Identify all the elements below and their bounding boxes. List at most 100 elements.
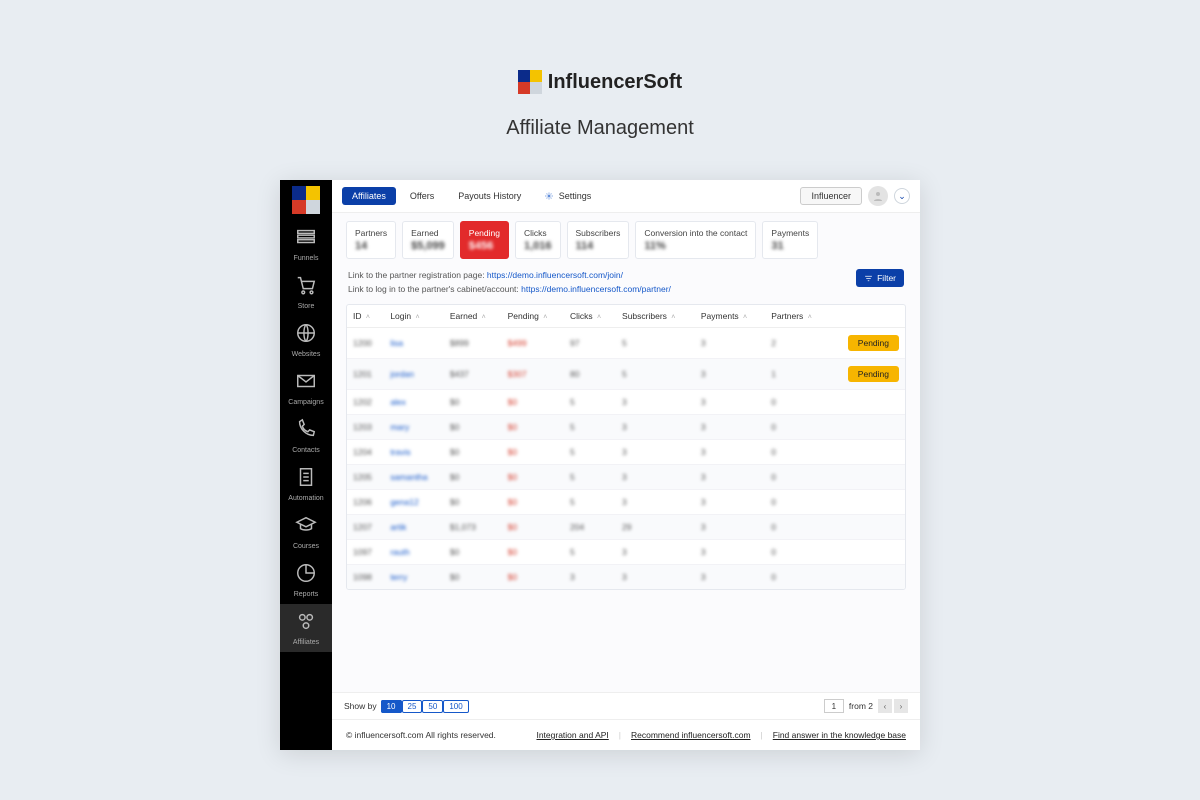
login-cell: mary [384, 415, 444, 440]
chevron-right-icon: › [900, 702, 903, 711]
page-size-100[interactable]: 100 [443, 700, 468, 713]
column-header[interactable]: Subscribers ˄ [616, 305, 695, 328]
tab-settings[interactable]: Settings [535, 187, 601, 205]
login-cell: travis [384, 440, 444, 465]
page-size-10[interactable]: 10 [381, 700, 402, 713]
sort-icon: ˄ [482, 314, 486, 321]
card-value: 114 [576, 240, 621, 252]
subs-cell: 3 [616, 465, 695, 490]
filter-button-label: Filter [877, 273, 896, 283]
column-header[interactable]: Payments ˄ [695, 305, 765, 328]
next-page-button[interactable]: › [894, 699, 908, 713]
part-cell: 0 [765, 415, 828, 440]
graduation-cap-icon [295, 514, 317, 536]
pay-cell: 3 [695, 359, 765, 390]
id-cell: 1201 [347, 359, 384, 390]
sidebar-item-store[interactable]: Store [280, 268, 332, 316]
stat-card-clicks[interactable]: Clicks1,016 [515, 221, 561, 259]
earned-cell: $437 [444, 359, 502, 390]
pending-button[interactable]: Pending [848, 335, 899, 351]
user-role-button[interactable]: Influencer [800, 187, 862, 205]
part-cell: 2 [765, 328, 828, 359]
filter-icon [864, 274, 873, 283]
pending-cell: $0 [502, 415, 564, 440]
table-row: 1202alex$0$05330 [347, 390, 905, 415]
sidebar-item-websites[interactable]: Websites [280, 316, 332, 364]
status-cell [829, 390, 905, 415]
login-cell: alex [384, 390, 444, 415]
column-header[interactable]: Pending ˄ [502, 305, 564, 328]
pending-cell: $0 [502, 540, 564, 565]
stat-card-partners[interactable]: Partners14 [346, 221, 396, 259]
tab-offers[interactable]: Offers [400, 187, 444, 205]
card-label: Earned [411, 228, 445, 238]
sort-icon: ˄ [743, 314, 747, 321]
user-menu-dropdown[interactable]: ⌄ [894, 188, 910, 204]
stat-card-payments[interactable]: Payments31 [762, 221, 818, 259]
sidebar-item-reports[interactable]: Reports [280, 556, 332, 604]
stat-card-conversion-into-the-contact[interactable]: Conversion into the contact11% [635, 221, 756, 259]
header: Affiliates Offers Payouts History Settin… [332, 180, 920, 213]
sidebar-logo[interactable] [292, 186, 320, 214]
table-row: 1205samantha$0$05330 [347, 465, 905, 490]
pay-cell: 3 [695, 465, 765, 490]
table-row: 1201jordan$437$30780531Pending [347, 359, 905, 390]
subs-cell: 3 [616, 565, 695, 590]
card-value: 11% [644, 240, 747, 252]
sidebar-item-label: Affiliates [280, 639, 332, 646]
sidebar-item-contacts[interactable]: Contacts [280, 412, 332, 460]
column-header[interactable]: Login ˄ [384, 305, 444, 328]
sidebar-item-campaigns[interactable]: Campaigns [280, 364, 332, 412]
footer-link[interactable]: Integration and API [536, 730, 608, 740]
cabinet-link[interactable]: https://demo.influencersoft.com/partner/ [521, 284, 671, 294]
pending-cell: $0 [502, 465, 564, 490]
id-cell: 1206 [347, 490, 384, 515]
part-cell: 0 [765, 565, 828, 590]
clicks-cell: 5 [564, 415, 616, 440]
footer-link[interactable]: Recommend influencersoft.com [631, 730, 751, 740]
id-cell: 1204 [347, 440, 384, 465]
card-value: 1,016 [524, 240, 552, 252]
sidebar-item-courses[interactable]: Courses [280, 508, 332, 556]
earned-cell: $0 [444, 440, 502, 465]
tab-affiliates[interactable]: Affiliates [342, 187, 396, 205]
sidebar-item-funnels[interactable]: Funnels [280, 220, 332, 268]
pending-button[interactable]: Pending [848, 366, 899, 382]
filter-button[interactable]: Filter [856, 269, 904, 287]
chevron-down-icon: ⌄ [898, 191, 906, 202]
brand-logo-icon [518, 70, 542, 94]
card-label: Pending [469, 228, 500, 238]
sidebar: Funnels Store Websites Campaigns Contact… [280, 180, 332, 750]
tab-payouts-history[interactable]: Payouts History [448, 187, 531, 205]
part-cell: 0 [765, 540, 828, 565]
page-size-50[interactable]: 50 [422, 700, 443, 713]
pay-cell: 3 [695, 415, 765, 440]
table-row: 1206gena12$0$05330 [347, 490, 905, 515]
footer-link[interactable]: Find answer in the knowledge base [773, 730, 906, 740]
registration-link[interactable]: https://demo.influencersoft.com/join/ [487, 270, 623, 280]
pending-cell: $0 [502, 490, 564, 515]
sort-icon: ˄ [808, 314, 812, 321]
avatar[interactable] [868, 186, 888, 206]
clicks-cell: 204 [564, 515, 616, 540]
status-cell [829, 440, 905, 465]
sidebar-item-affiliates[interactable]: Affiliates [280, 604, 332, 652]
column-header[interactable]: Clicks ˄ [564, 305, 616, 328]
clicks-cell: 3 [564, 565, 616, 590]
stat-card-pending[interactable]: Pending$456 [460, 221, 509, 259]
card-value: 14 [355, 240, 387, 252]
stat-card-earned[interactable]: Earned$5,099 [402, 221, 454, 259]
stat-card-subscribers[interactable]: Subscribers114 [567, 221, 630, 259]
page-input[interactable]: 1 [824, 699, 844, 713]
earned-cell: $1,073 [444, 515, 502, 540]
pending-cell: $307 [502, 359, 564, 390]
card-value: 31 [771, 240, 809, 252]
column-header[interactable]: Earned ˄ [444, 305, 502, 328]
prev-page-button[interactable]: ‹ [878, 699, 892, 713]
column-header[interactable]: Partners ˄ [765, 305, 828, 328]
page-size-25[interactable]: 25 [402, 700, 423, 713]
sidebar-item-automation[interactable]: Automation [280, 460, 332, 508]
id-cell: 1203 [347, 415, 384, 440]
column-header[interactable]: ID ˄ [347, 305, 384, 328]
id-cell: 1098 [347, 565, 384, 590]
